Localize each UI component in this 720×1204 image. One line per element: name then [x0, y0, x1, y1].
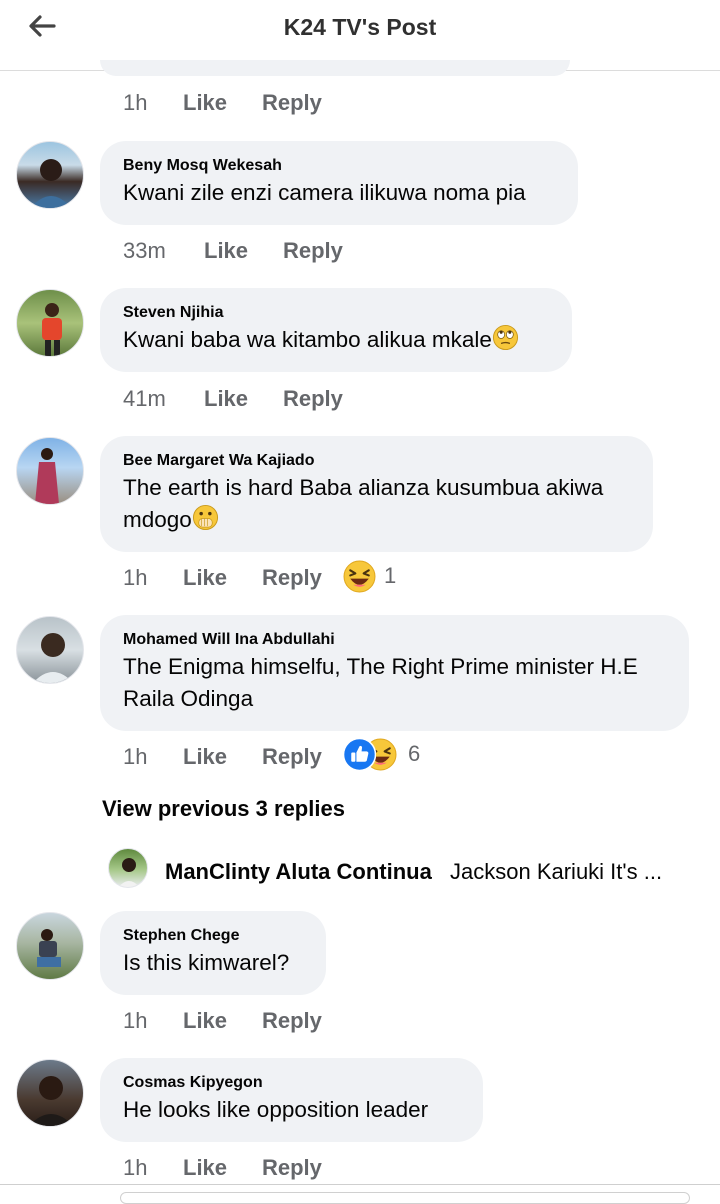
comment-text: mdogo	[123, 507, 192, 532]
like-button[interactable]: Like	[204, 238, 248, 264]
comment-composer[interactable]	[120, 1192, 690, 1204]
reply-button[interactable]: Reply	[262, 1155, 322, 1181]
comment-bubble[interactable]: Mohamed Will Ina Abdullahi The Enigma hi…	[100, 615, 689, 731]
view-previous-replies-link[interactable]: View previous 3 replies	[102, 796, 345, 822]
comment-author[interactable]: Steven Njihia	[123, 302, 548, 324]
avatar[interactable]	[108, 848, 148, 888]
reply-preview[interactable]: ManClinty Aluta Continua Jackson Kariuki…	[108, 848, 708, 892]
comment-bubble[interactable]: Steven Njihia Kwani baba wa kitambo alik…	[100, 288, 572, 372]
avatar[interactable]	[16, 1059, 84, 1127]
laughing-face-icon	[343, 560, 376, 593]
avatar[interactable]	[16, 912, 84, 980]
reply-button[interactable]: Reply	[262, 565, 322, 591]
reply-author[interactable]: ManClinty Aluta Continua	[165, 859, 432, 885]
comment-text: Kwani baba wa kitambo alikua mkale	[123, 327, 492, 352]
reply-text: Jackson Kariuki It's ...	[450, 859, 663, 884]
comment-time: 1h	[123, 1155, 148, 1180]
rolling-eyes-emoji-icon	[492, 324, 518, 351]
comment-actions: 1h Like Reply	[123, 1155, 423, 1185]
comment-text-line-1: The Enigma himselfu, The Right Prime min…	[123, 654, 638, 679]
avatar[interactable]	[16, 616, 84, 684]
comment-time: 33m	[123, 238, 166, 263]
comment-author[interactable]: Cosmas Kipyegon	[123, 1072, 459, 1094]
avatar-photo	[35, 448, 59, 504]
comment-time: 1h	[123, 1008, 148, 1033]
like-button[interactable]: Like	[183, 1155, 227, 1181]
reply-button[interactable]: Reply	[262, 1008, 322, 1034]
comment-text: Kwani zile enzi camera ilikuwa noma pia	[123, 180, 526, 205]
comment-author[interactable]: Beny Mosq Wekesah	[123, 155, 554, 177]
avatar-photo	[118, 858, 140, 887]
reaction-summary[interactable]: 6	[343, 738, 433, 772]
reply-button[interactable]: Reply	[283, 238, 343, 264]
comment-bubble[interactable]: Stephen Chege Is this kimwarel?	[100, 911, 326, 995]
comment-time: 41m	[123, 386, 166, 411]
reaction-summary[interactable]: 1	[343, 560, 423, 594]
reply-button[interactable]: Reply	[262, 744, 322, 770]
comment-bubble[interactable]: Beny Mosq Wekesah Kwani zile enzi camera…	[100, 141, 578, 225]
like-button[interactable]: Like	[183, 90, 227, 116]
comment-bubble[interactable]: Bee Margaret Wa Kajiado The earth is har…	[100, 436, 653, 552]
avatar-photo	[37, 929, 61, 967]
comment-text-line-2: mdogo	[123, 504, 629, 536]
comment-time: 1h	[123, 744, 148, 769]
comment-text-line-1: The earth is hard Baba alianza kusumbua …	[123, 475, 604, 500]
comment-author[interactable]: Stephen Chege	[123, 925, 302, 947]
comment-bubble[interactable]: Cosmas Kipyegon He looks like opposition…	[100, 1058, 483, 1142]
comment-author[interactable]: Mohamed Will Ina Abdullahi	[123, 629, 665, 651]
comment-actions: 1h Like Reply	[123, 1008, 423, 1038]
reaction-count: 1	[384, 563, 397, 588]
comment-actions: 41m Like Reply	[123, 386, 423, 416]
avatar-photo	[32, 633, 74, 683]
reply-button[interactable]: Reply	[283, 386, 343, 412]
previous-comment-bubble	[100, 60, 570, 76]
avatar[interactable]	[16, 289, 84, 357]
comment-author[interactable]: Bee Margaret Wa Kajiado	[123, 450, 629, 472]
comment-text: He looks like opposition leader	[123, 1097, 429, 1122]
avatar-photo	[30, 159, 72, 208]
reaction-count: 6	[408, 741, 421, 766]
comment-time: 1h	[123, 565, 148, 590]
avatar[interactable]	[16, 141, 84, 209]
like-button[interactable]: Like	[183, 744, 227, 770]
page-title: K24 TV's Post	[283, 14, 437, 40]
comment-text-line: Kwani baba wa kitambo alikua mkale	[123, 324, 548, 356]
reply-button[interactable]: Reply	[262, 90, 322, 116]
avatar[interactable]	[16, 437, 84, 505]
avatar-photo	[42, 303, 62, 356]
avatar-photo	[28, 1076, 74, 1126]
hand-over-mouth-emoji-icon	[192, 504, 218, 531]
comment-text: Is this kimwarel?	[123, 950, 290, 975]
comment-actions: 33m Like Reply	[123, 238, 423, 268]
like-button[interactable]: Like	[183, 1008, 227, 1034]
composer-divider	[0, 1184, 720, 1185]
comment-text-line-2: Raila Odinga	[123, 686, 254, 711]
comment-time: 1h	[123, 90, 148, 115]
comment-actions: 1h Like Reply	[123, 90, 423, 120]
like-thumb-icon	[343, 738, 376, 771]
like-button[interactable]: Like	[183, 565, 227, 591]
like-button[interactable]: Like	[204, 386, 248, 412]
